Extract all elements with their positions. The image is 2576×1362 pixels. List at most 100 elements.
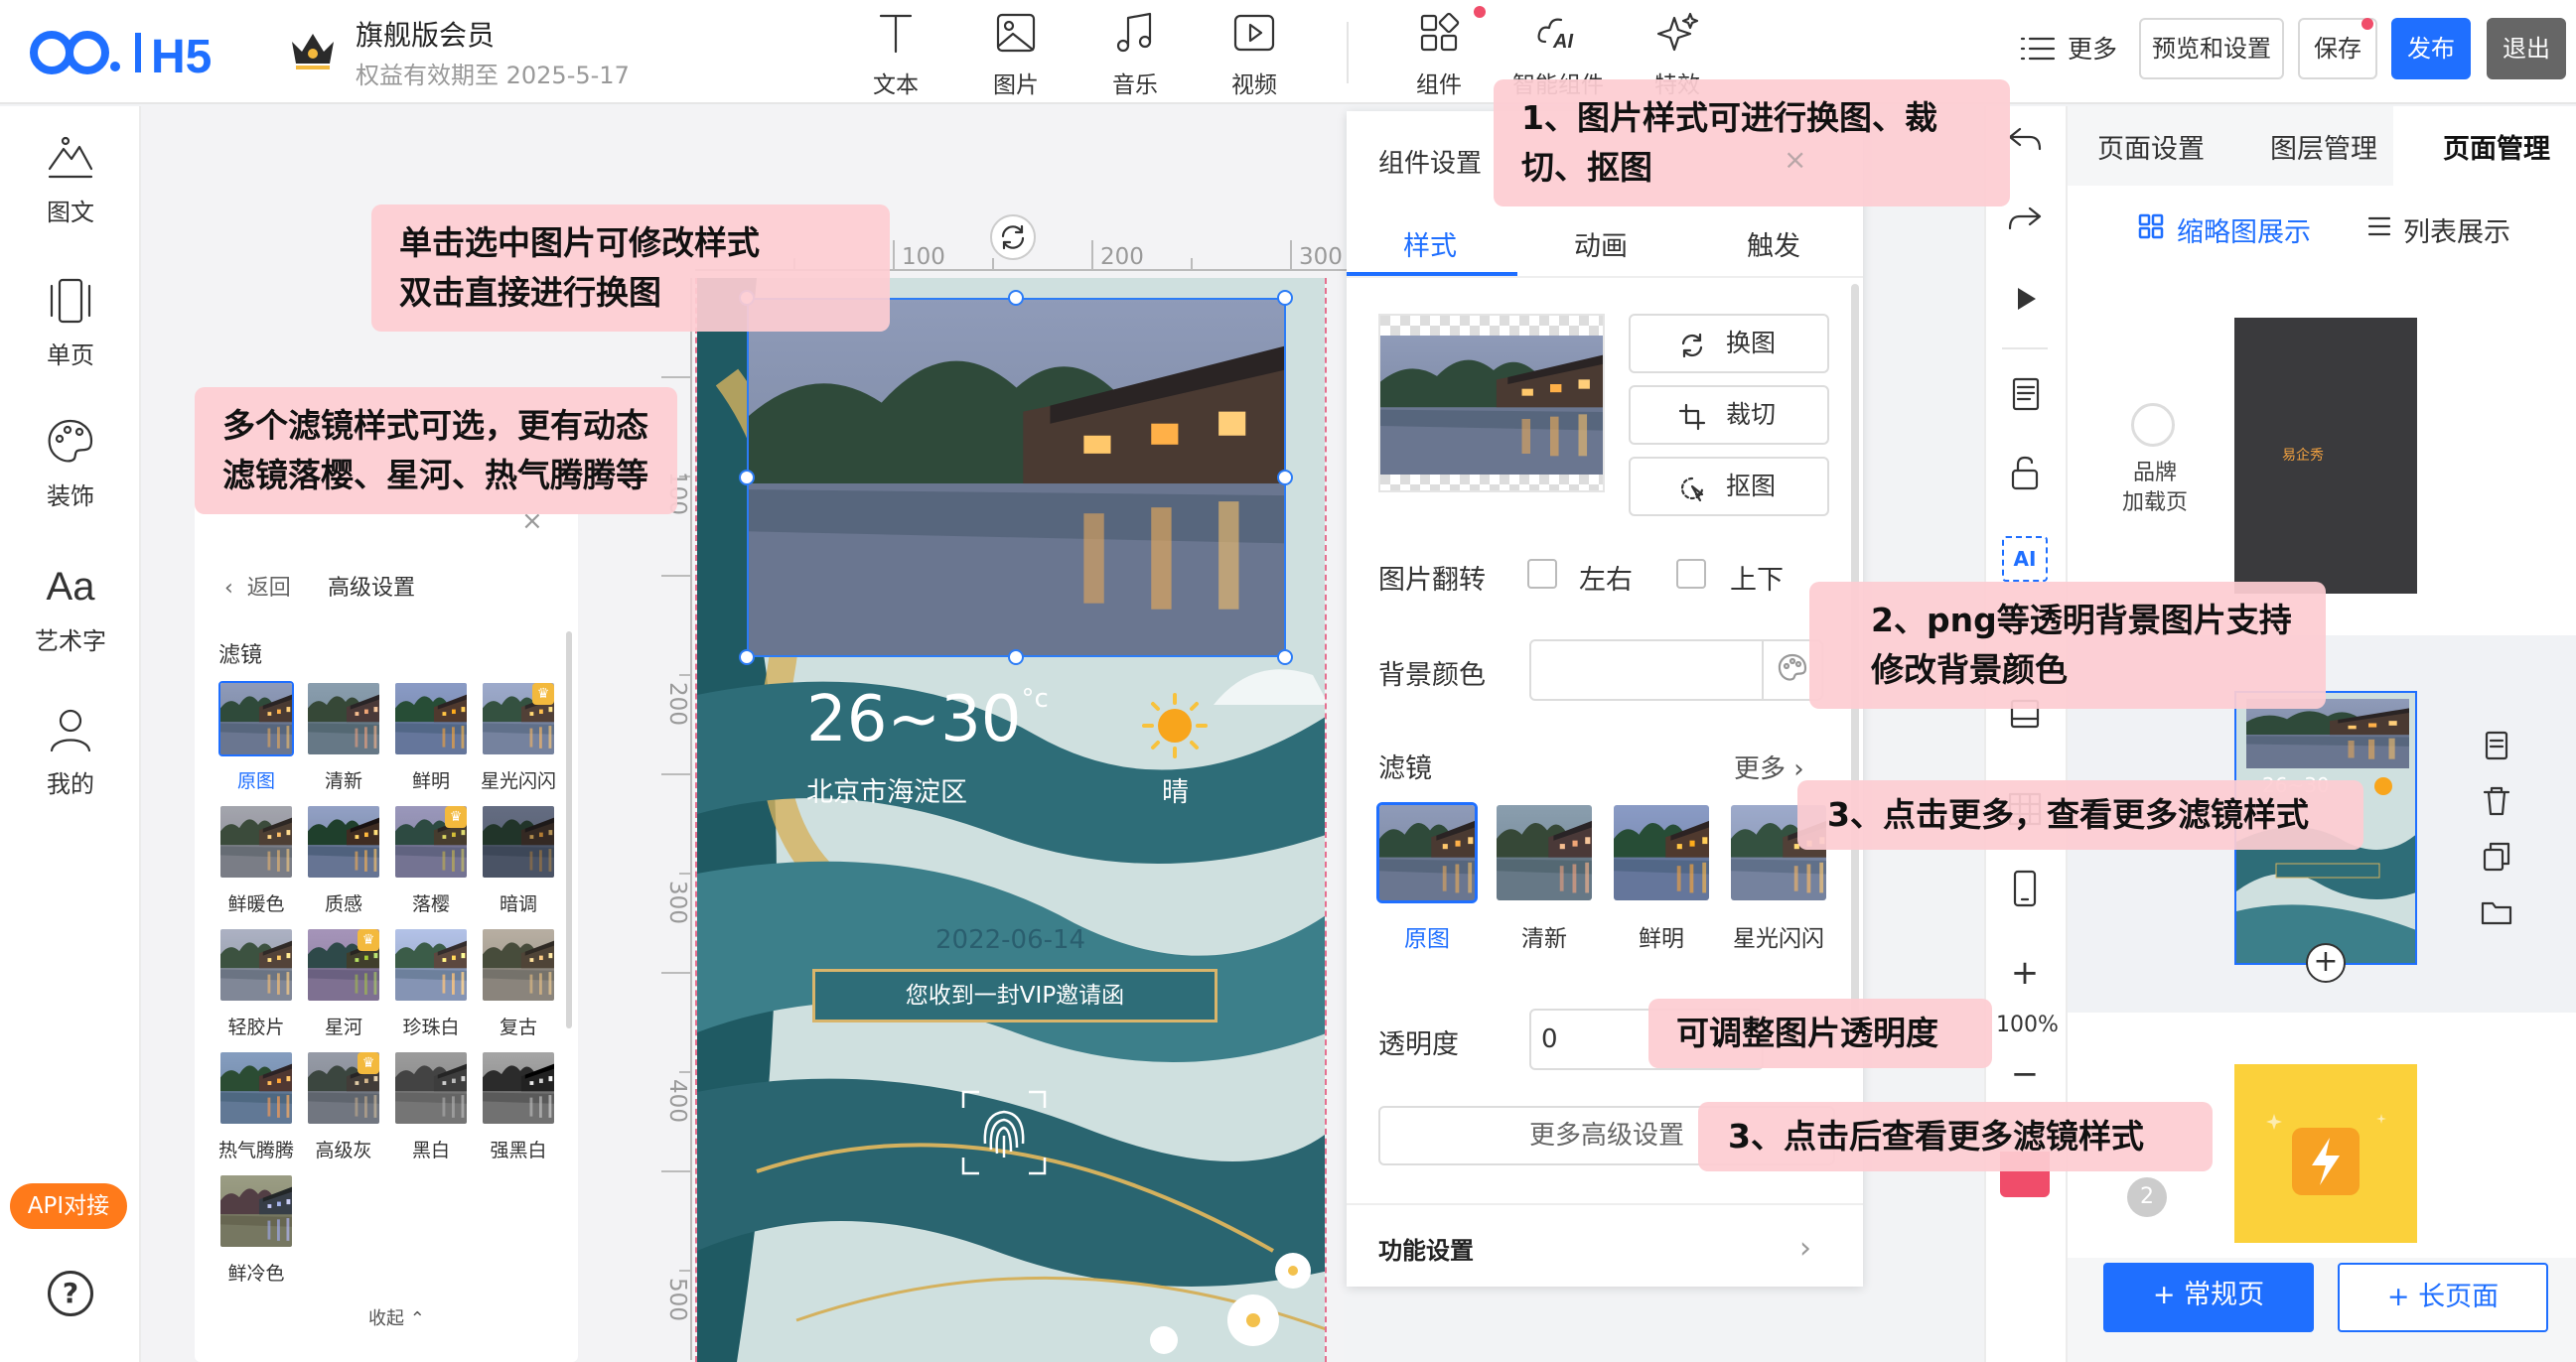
tool-music-label: 音乐 xyxy=(1112,72,1158,98)
page-number-badge: 2 xyxy=(2127,1177,2167,1217)
rotate-icon xyxy=(1001,224,1025,250)
view-thumbnail-button[interactable]: 缩略图展示 xyxy=(2177,210,2311,249)
toolbar-divider xyxy=(1347,22,1349,83)
preview-settings-button[interactable]: 预览和设置 xyxy=(2139,18,2284,79)
filter-more-button[interactable]: 更多 › xyxy=(1734,749,1804,785)
filter-thumb[interactable] xyxy=(481,804,556,880)
tool-text-label: 文本 xyxy=(873,72,919,98)
video-icon xyxy=(1233,14,1275,52)
folder-icon[interactable] xyxy=(2477,891,2516,931)
nav-mine[interactable]: 我的 xyxy=(0,701,141,799)
filter-thumb[interactable] xyxy=(393,1050,469,1126)
exit-button[interactable]: 退出 xyxy=(2487,18,2566,79)
filter-thumb[interactable] xyxy=(218,681,294,756)
filter-thumb[interactable] xyxy=(481,927,556,1003)
prop-filter-thumb[interactable] xyxy=(1376,802,1478,903)
help-icon[interactable]: ? xyxy=(48,1271,93,1316)
weather-city: 北京市海淀区 xyxy=(806,777,967,808)
fingerprint-icon[interactable] xyxy=(955,1084,1053,1181)
more-button[interactable]: 更多 xyxy=(2068,30,2117,66)
tool-image[interactable]: 图片 xyxy=(961,8,1071,99)
copy-page-icon[interactable] xyxy=(2477,725,2516,764)
invitation-banner[interactable]: 您收到一封VIP邀请函 xyxy=(812,969,1217,1022)
filter-label: 复古 xyxy=(499,1017,537,1038)
nav-art-text[interactable]: Aa 艺术字 xyxy=(0,558,141,656)
nav-single-page[interactable]: 单页 xyxy=(0,272,141,370)
nav-image-text[interactable]: 图文 xyxy=(0,129,141,227)
ai-tool-icon[interactable]: AI xyxy=(2002,536,2048,582)
filter-label: 清新 xyxy=(324,770,362,792)
callout-close-icon[interactable]: × xyxy=(1784,143,1806,176)
play-icon[interactable] xyxy=(2002,276,2048,322)
page-thumb-1[interactable]: 易企秀 xyxy=(2234,318,2417,594)
bgcolor-input[interactable] xyxy=(1529,639,1764,701)
swap-image-button[interactable]: 换图 xyxy=(1629,314,1829,373)
resize-handle-ml[interactable] xyxy=(739,470,755,485)
add-page-below-button[interactable]: + xyxy=(2306,943,2346,983)
filter-advanced-label: 高级设置 xyxy=(328,576,416,601)
tool-music[interactable]: 音乐 xyxy=(1080,8,1190,99)
copy-layer-icon[interactable] xyxy=(2002,371,2048,417)
publish-button[interactable]: 发布 xyxy=(2391,18,2471,79)
selection-box[interactable] xyxy=(747,298,1286,657)
tool-component[interactable]: 组件 xyxy=(1384,8,1494,99)
cutout-button[interactable]: 抠图 xyxy=(1629,457,1829,516)
tab-layer-manage[interactable]: 图层管理 xyxy=(2270,127,2377,166)
resize-handle-bl[interactable] xyxy=(739,649,755,665)
filter-thumb[interactable] xyxy=(218,1050,294,1126)
add-long-page-button[interactable]: + 长页面 xyxy=(2338,1263,2548,1332)
filter-label: 鲜明 xyxy=(411,770,450,792)
filter-back-button[interactable]: ‹ 返回 xyxy=(224,570,291,602)
filter-scrollbar[interactable] xyxy=(566,631,572,1028)
filter-collapse-button[interactable]: 收起 ⌃ xyxy=(368,1304,425,1330)
component-settings-title: 组件设置 xyxy=(1378,149,1483,179)
filter-thumb[interactable] xyxy=(218,804,294,880)
redo-icon[interactable] xyxy=(2002,197,2048,242)
resize-handle-tr[interactable] xyxy=(1277,290,1293,306)
delete-page-icon[interactable] xyxy=(2477,780,2516,820)
view-list-button[interactable]: 列表展示 xyxy=(2403,210,2510,249)
api-badge[interactable]: API对接 xyxy=(10,1183,127,1229)
resize-handle-mr[interactable] xyxy=(1277,470,1293,485)
filter-thumb[interactable] xyxy=(393,927,469,1003)
prop-filter-thumb[interactable] xyxy=(1494,802,1595,903)
tab-page-settings[interactable]: 页面设置 xyxy=(2097,127,2205,166)
app-logo[interactable]: H5 xyxy=(26,25,254,83)
tool-text[interactable]: 文本 xyxy=(841,8,950,99)
tab-trigger[interactable]: 触发 xyxy=(1694,224,1853,263)
tab-animation[interactable]: 动画 xyxy=(1521,224,1680,263)
lock-icon[interactable] xyxy=(2002,451,2048,496)
logo-text: H5 xyxy=(151,31,212,79)
user-icon xyxy=(50,709,91,752)
mobile-preview-icon[interactable] xyxy=(2002,866,2048,911)
zoom-in-button[interactable]: + xyxy=(2002,953,2048,993)
filter-thumb[interactable] xyxy=(481,1050,556,1126)
resize-handle-br[interactable] xyxy=(1277,649,1293,665)
filter-back-label: 返回 xyxy=(246,576,291,601)
tab-page-manage[interactable]: 页面管理 xyxy=(2443,127,2550,166)
filter-thumb[interactable] xyxy=(218,927,294,1003)
flip-lr-checkbox[interactable] xyxy=(1527,559,1557,589)
filter-thumb[interactable] xyxy=(393,681,469,756)
crop-button[interactable]: 裁切 xyxy=(1629,385,1829,445)
page-thumb-3[interactable] xyxy=(2234,1064,2417,1243)
cutout-icon xyxy=(1680,477,1704,502)
flip-ud-checkbox[interactable] xyxy=(1676,559,1706,589)
list-menu-icon xyxy=(2020,34,2056,64)
filter-thumb[interactable] xyxy=(218,1173,294,1249)
single-page-icon xyxy=(50,278,91,324)
resize-handle-tm[interactable] xyxy=(1008,290,1024,306)
filter-thumb[interactable] xyxy=(306,681,381,756)
nav-decoration[interactable]: 装饰 xyxy=(0,413,141,511)
premium-crown-icon: ♛ xyxy=(445,806,467,828)
duplicate-page-icon[interactable] xyxy=(2477,836,2516,876)
add-normal-page-button[interactable]: + 常规页 xyxy=(2103,1263,2314,1332)
prop-filter-thumb[interactable] xyxy=(1611,802,1712,903)
tool-video[interactable]: 视频 xyxy=(1200,8,1309,99)
tab-style[interactable]: 样式 xyxy=(1351,224,1509,263)
filter-thumb[interactable] xyxy=(306,804,381,880)
callout-transparent-bg: 2、png等透明背景图片支持修改背景颜色 xyxy=(1809,582,2326,709)
rotate-handle[interactable] xyxy=(990,214,1036,260)
zoom-out-button[interactable]: − xyxy=(2002,1054,2048,1094)
resize-handle-bm[interactable] xyxy=(1008,649,1024,665)
